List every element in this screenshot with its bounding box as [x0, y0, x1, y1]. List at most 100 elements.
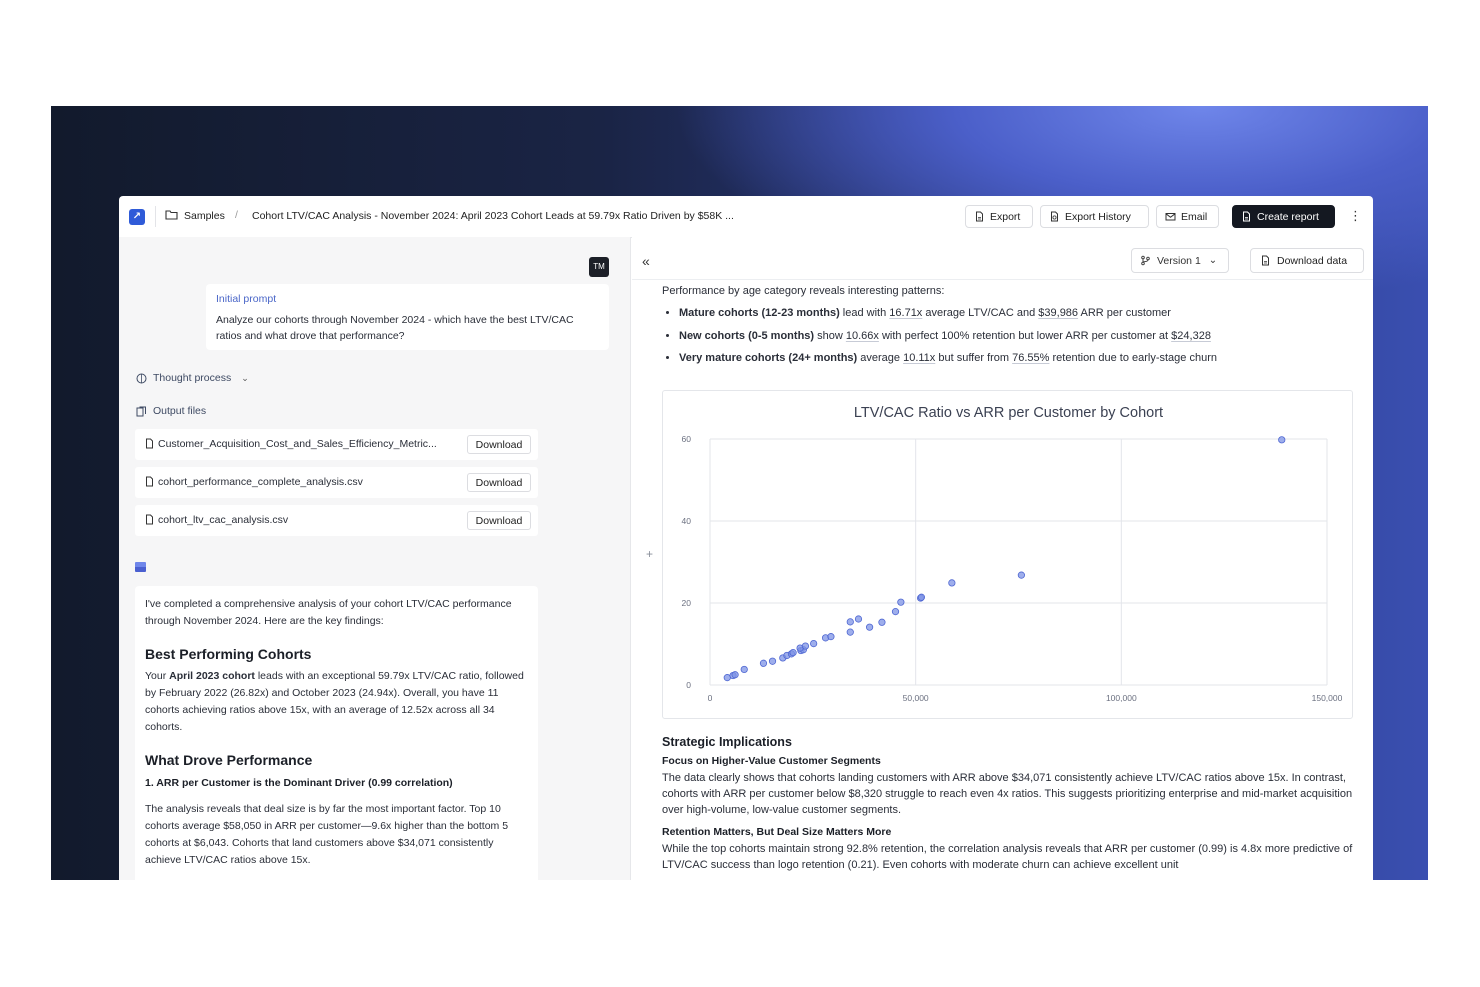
download-button[interactable]: Download: [467, 511, 531, 530]
y-tick-label: 60: [682, 434, 692, 444]
email-label: Email: [1181, 210, 1208, 223]
data-point: [827, 633, 835, 641]
file-name: cohort_performance_complete_analysis.csv: [158, 476, 363, 488]
export-label: Export: [990, 210, 1021, 223]
output-file-row: Customer_Acquisition_Cost_and_Sales_Effi…: [135, 429, 538, 460]
data-point: [768, 657, 777, 665]
heading-best-performing: Best Performing Cohorts: [145, 646, 312, 662]
answer-best-paragraph: Your April 2023 cohort leads with an exc…: [145, 670, 524, 733]
data-point: [917, 593, 926, 601]
list-item: Mature cohorts (12-23 months) lead with …: [679, 302, 1217, 325]
age-category-list: Mature cohorts (12-23 months) lead with …: [662, 302, 1217, 370]
list-item: New cohorts (0-5 months) show 10.66x wit…: [679, 325, 1217, 348]
data-point: [846, 628, 854, 636]
user-avatar: TM: [589, 257, 609, 277]
breadcrumb-separator: /: [235, 209, 238, 221]
thought-process-toggle[interactable]: Thought process ⌄: [136, 372, 249, 384]
app-logo-icon[interactable]: ↗: [129, 209, 145, 225]
version-select[interactable]: Version 1 ⌄: [1131, 248, 1229, 273]
retention-heading: Retention Matters, But Deal Size Matters…: [662, 826, 892, 838]
focus-heading: Focus on Higher-Value Customer Segments: [662, 755, 881, 767]
version-label: Version 1: [1157, 254, 1201, 267]
file-icon: [146, 438, 153, 449]
heading-what-drove: What Drove Performance: [145, 752, 313, 768]
file-name: Customer_Acquisition_Cost_and_Sales_Effi…: [158, 438, 437, 450]
assistant-icon: [135, 562, 146, 572]
y-tick-label: 40: [682, 516, 692, 526]
x-tick-label: 150,000: [1312, 693, 1343, 703]
x-tick-label: 50,000: [903, 693, 929, 703]
data-point: [789, 649, 797, 657]
create-report-button[interactable]: Create report: [1232, 205, 1335, 228]
data-point: [759, 659, 768, 667]
output-file-row: cohort_ltv_cac_analysis.csv Download: [135, 505, 538, 536]
x-tick-label: 0: [708, 693, 713, 703]
data-point: [740, 665, 748, 674]
data-point: [891, 608, 900, 616]
file-name: cohort_ltv_cac_analysis.csv: [158, 514, 289, 526]
data-point: [1278, 436, 1286, 444]
assistant-answer: I've completed a comprehensive analysis …: [135, 586, 538, 880]
output-file-row: cohort_performance_complete_analysis.csv…: [135, 467, 538, 498]
best-cohort-highlight: April 2023 cohort: [169, 670, 255, 682]
scatter-chart: LTV/CAC Ratio vs ARR per Customer by Coh…: [662, 390, 1353, 719]
data-point: [846, 618, 854, 626]
output-files-header: Output files: [136, 405, 206, 417]
divider: [155, 206, 156, 227]
breadcrumb-samples[interactable]: Samples: [184, 210, 225, 222]
answer-intro: I've completed a comprehensive analysis …: [145, 598, 512, 627]
download-button[interactable]: Download: [467, 473, 531, 492]
data-point: [810, 639, 818, 648]
mail-icon: [1165, 213, 1176, 221]
initial-prompt-label: Initial prompt: [216, 293, 277, 305]
branch-icon: [1141, 255, 1150, 266]
brain-icon: [136, 373, 147, 383]
download-data-label: Download data: [1277, 254, 1348, 267]
create-report-label: Create report: [1257, 210, 1319, 223]
export-history-button[interactable]: Export History: [1040, 205, 1149, 228]
chart-plot-area: 0 20 40 60 0 50,000 100,000 150,000: [682, 434, 1343, 703]
report-title: Cohort LTV/CAC Analysis - November 2024:…: [252, 210, 734, 222]
data-point: [897, 598, 905, 606]
file-icon: [146, 476, 153, 487]
export-history-label: Export History: [1065, 210, 1131, 223]
data-point: [1017, 571, 1025, 579]
file-icon: [146, 514, 153, 525]
divider: [632, 279, 1373, 280]
data-point: [948, 579, 956, 587]
document-icon: [976, 211, 983, 222]
report-icon: [1243, 211, 1250, 222]
download-data-button[interactable]: Download data: [1250, 248, 1364, 273]
y-tick-label: 20: [682, 598, 692, 608]
chat-panel: TM Initial prompt Analyze our cohorts th…: [119, 237, 631, 880]
x-tick-label: 100,000: [1106, 693, 1137, 703]
y-tick-label: 0: [686, 680, 691, 690]
top-bar: ↗ Samples / Cohort LTV/CAC Analysis - No…: [119, 196, 1373, 238]
data-point: [854, 615, 863, 623]
data-point: [878, 618, 886, 626]
export-button[interactable]: Export: [965, 205, 1033, 228]
chevron-down-icon: ⌄: [241, 372, 249, 383]
chevron-down-icon: ⌄: [1208, 255, 1218, 266]
report-panel: « Version 1 ⌄ Download data Performance …: [632, 237, 1373, 880]
add-block-icon[interactable]: +: [646, 547, 653, 561]
strategic-implications-heading: Strategic Implications: [662, 735, 792, 749]
document-icon: [1262, 255, 1269, 266]
initial-prompt-card: Initial prompt Analyze our cohorts throu…: [206, 284, 609, 350]
app-window: ↗ Samples / Cohort LTV/CAC Analysis - No…: [119, 196, 1373, 880]
age-category-intro: Performance by age category reveals inte…: [662, 285, 945, 297]
list-item: Very mature cohorts (24+ months) average…: [679, 347, 1217, 370]
driver-1-text: The analysis reveals that deal size is b…: [145, 803, 509, 866]
collapse-panel-icon[interactable]: «: [642, 253, 650, 269]
focus-paragraph: The data clearly shows that cohorts land…: [662, 772, 1353, 817]
initial-prompt-text: Analyze our cohorts through November 202…: [216, 314, 574, 342]
more-options-icon[interactable]: ⋮: [1349, 209, 1362, 222]
thought-process-label: Thought process: [153, 372, 232, 384]
data-point: [801, 642, 810, 650]
email-button[interactable]: Email: [1156, 205, 1219, 228]
download-button[interactable]: Download: [467, 435, 531, 454]
output-files-label: Output files: [153, 405, 207, 417]
folder-icon: [165, 210, 178, 220]
data-point: [731, 671, 739, 679]
retention-paragraph: While the top cohorts maintain strong 92…: [662, 843, 1353, 872]
